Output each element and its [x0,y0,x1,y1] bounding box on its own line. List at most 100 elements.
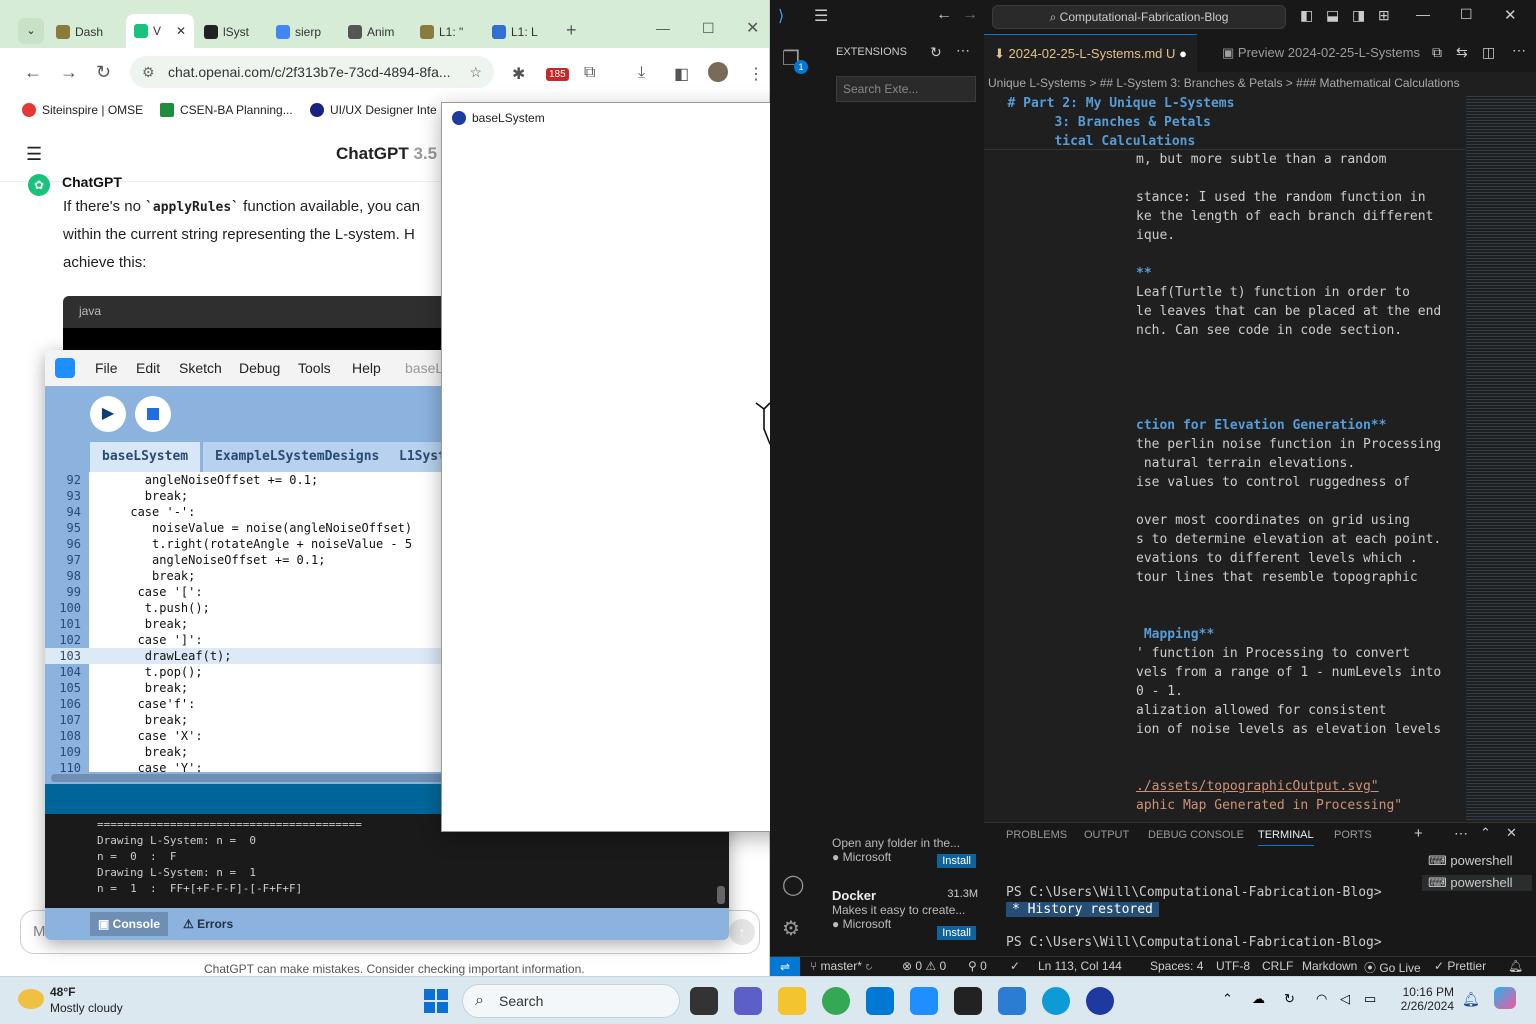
bookmark-item[interactable]: CSEN-BA Planning... [160,103,293,117]
volume-icon[interactable]: ◁ [1340,991,1350,1007]
side-panel-icon[interactable]: ◧ [674,64,689,84]
tab-search-button[interactable]: ⌄ [18,18,44,44]
chrome-menu-icon[interactable]: ⋮ [748,64,764,84]
panel-tab-ports[interactable]: PORTS [1334,829,1372,841]
bookmark-item[interactable]: UI/UX Designer Inte [310,103,437,117]
markdown-line[interactable]: stance: I used the random function in [1136,188,1426,207]
close-button[interactable]: ✕ [1504,6,1517,24]
browser-tab[interactable]: Dash [56,18,103,46]
toggle-secondary-sidebar-icon[interactable]: ◨ [1352,7,1365,24]
reload-icon[interactable]: ↻ [96,62,111,83]
taskbar-search[interactable]: ⌕ Search [462,984,680,1018]
run-button[interactable]: ▶ [90,396,126,432]
menu-edit[interactable]: Edit [136,360,160,376]
model-selector[interactable]: ChatGPT 3.5 [336,144,437,164]
account-icon[interactable]: ◯ [782,872,804,897]
markdown-line[interactable]: ./assets/topographicOutput.svg" [1136,777,1379,796]
terminal-instance[interactable]: ⌨ powershell [1428,853,1513,869]
new-terminal-icon[interactable]: + [1414,825,1423,842]
forward-icon[interactable]: → [962,6,978,24]
unsaved-dot-icon[interactable]: ● [1179,46,1187,61]
breadcrumb[interactable]: Unique L-Systems > ## L-System 3: Branch… [984,72,1536,94]
back-icon[interactable]: ← [24,62,42,83]
download-icon[interactable]: ⤓ [638,64,645,82]
extensions-puzzle-icon[interactable]: ⧉ [584,64,595,82]
menu-tools[interactable]: Tools [298,360,331,376]
markdown-line[interactable]: 0 - 1. [1136,682,1183,701]
onedrive-cloud-icon[interactable]: ☁ [1252,991,1265,1007]
line-ending[interactable]: CRLF [1262,959,1293,973]
panel-tab-terminal[interactable]: TERMINAL [1258,829,1314,846]
system-clock[interactable]: 10:16 PM 2/26/2024 [1394,985,1454,1013]
markdown-line[interactable]: ** [1136,264,1152,283]
copilot-icon[interactable] [1494,987,1516,1009]
markdown-line[interactable]: the perlin noise function in Processing [1136,435,1441,454]
maximize-button[interactable]: ☐ [702,20,715,37]
markdown-text[interactable]: m, but more subtle than a random stance: … [1136,150,1466,820]
markdown-line[interactable]: ion of noise levels as elevation levels [1136,720,1441,739]
back-icon[interactable]: ← [936,6,952,24]
stop-button[interactable] [135,396,171,432]
indentation[interactable]: Spaces: 4 [1150,959,1203,973]
address-bar[interactable]: ⚙ chat.openai.com/c/2f313b7e-73cd-4894-8… [130,56,494,88]
markdown-line[interactable]: ise values to control ruggedness of [1136,473,1410,492]
browser-tab[interactable]: sierp [276,18,321,46]
markdown-line[interactable]: evations to different levels which . [1136,549,1418,568]
forward-icon[interactable]: → [60,62,78,83]
browser-tab[interactable]: L1: " [420,18,463,46]
markdown-line[interactable]: ke the length of each branch different [1136,207,1433,226]
teams-icon[interactable] [734,987,762,1015]
toggle-panel-icon[interactable]: ⬓ [1326,7,1339,24]
sketch-tab[interactable]: ExampleLSystemDesigns [203,442,393,472]
compare-icon[interactable]: ⇆ [1456,44,1468,61]
ports-count[interactable]: ⚲ 0 [968,959,987,973]
markdown-line[interactable]: alization allowed for consistent [1136,701,1386,720]
errors-tab[interactable]: ⚠ Errors [175,912,241,936]
minimize-button[interactable]: — [656,20,670,36]
minimap[interactable] [1466,94,1536,822]
maximize-button[interactable]: ☐ [1460,6,1473,23]
gear-icon[interactable]: ⚙ [782,916,800,941]
install-button[interactable]: Install [937,854,976,868]
refresh-icon[interactable]: ↻ [930,44,942,61]
go-live-button[interactable]: ⦿ Go Live [1364,959,1421,976]
close-panel-icon[interactable]: ✕ [1506,825,1517,841]
markdown-line[interactable]: Leaf(Turtle t) function in order to [1136,283,1410,302]
markdown-line[interactable]: le leaves that can be placed at the end [1136,302,1441,321]
panel-tab-output[interactable]: OUTPUT [1084,829,1129,841]
menu-icon[interactable]: ☰ [814,6,828,26]
bookmark-star-icon[interactable]: ☆ [469,56,482,88]
bug-extension-icon[interactable]: ✱ [512,64,525,84]
customize-layout-icon[interactable]: ⊞ [1378,7,1390,24]
send-arrow-icon[interactable]: ↑ [729,919,755,945]
markdown-line[interactable]: vels from a range of 1 - numLevels into [1136,663,1441,682]
remote-indicator-icon[interactable]: ⇌ [770,957,800,976]
editor-tab-preview[interactable]: ▣ Preview 2024-02-25-L-Systems [1212,34,1430,72]
browser-tab[interactable]: L1: L [492,18,538,46]
toggle-sidebar-icon[interactable]: ◧ [1300,7,1313,24]
maximize-panel-icon[interactable]: ⌃ [1480,825,1491,841]
markdown-line[interactable]: over most coordinates on grid using [1136,511,1410,530]
processing-sketch-icon[interactable] [1086,987,1114,1015]
extension-list-item[interactable]: Open any folder in the... ● Microsoft In… [832,836,982,868]
more-actions-icon[interactable]: ⋯ [956,42,970,59]
markdown-line[interactable]: ' function in Processing to convert [1136,644,1410,663]
show-hidden-icons[interactable]: ⌃ [1222,991,1233,1007]
sketch-tab[interactable]: baseLSystem [90,442,202,472]
markdown-line[interactable]: natural terrain elevations. [1136,454,1355,473]
split-editor-icon[interactable]: ◫ [1482,44,1495,61]
photos-icon[interactable] [998,987,1026,1015]
markdown-line[interactable]: ction for Elevation Generation** [1136,416,1386,435]
open-preview-icon[interactable]: ⧉ [1432,44,1442,61]
task-view-icon[interactable] [690,987,718,1015]
sticky-heading[interactable]: 3: Branches & Petals [984,113,1211,132]
windows-start-icon[interactable] [424,989,448,1013]
menu-file[interactable]: File [95,360,118,376]
git-branch[interactable]: ⑂ master* ↻ [810,959,872,973]
extension-search-input[interactable]: Search Exte... [836,76,976,102]
notification-bell-icon[interactable]: 🔔︎ [1462,991,1480,1008]
prettier-status[interactable]: ✓ Prettier [1434,959,1486,973]
cursor-position[interactable]: Ln 113, Col 144 [1038,959,1122,973]
install-button[interactable]: Install [937,926,976,940]
encoding[interactable]: UTF-8 [1216,959,1250,973]
